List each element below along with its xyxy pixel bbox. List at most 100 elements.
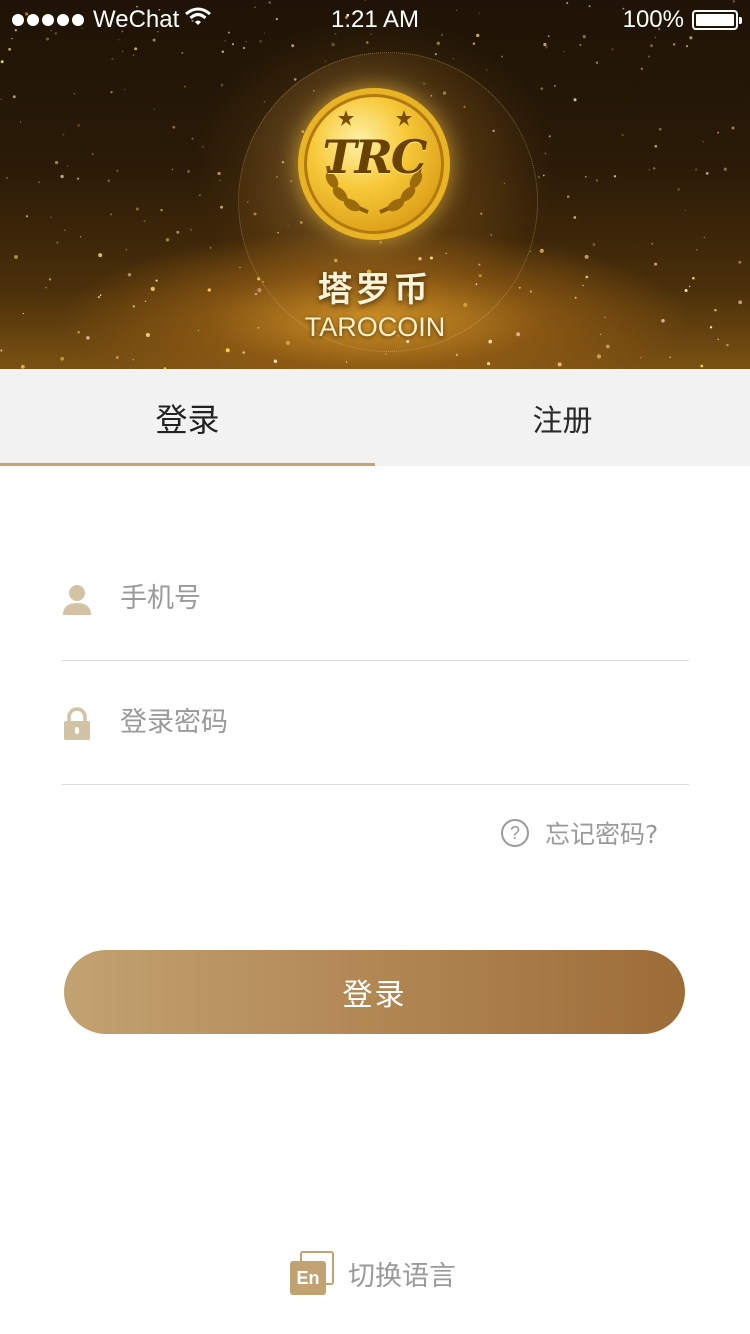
sparkle-dot (135, 207, 139, 211)
sparkle-dot (225, 348, 230, 353)
sparkle-dot (143, 219, 146, 223)
sparkle-dot (189, 228, 192, 231)
sparkle-dot (345, 361, 348, 363)
sparkle-dot (684, 209, 686, 211)
sparkle-dot (542, 174, 545, 177)
sparkle-dot (77, 124, 80, 127)
sparkle-dot (63, 229, 66, 232)
sparkle-dot (648, 55, 651, 58)
sparkle-dot (231, 43, 235, 46)
sparkle-dot (640, 357, 642, 359)
sparkle-dot (124, 88, 126, 91)
sparkle-dot (566, 195, 570, 198)
sparkle-dot (605, 344, 610, 349)
sparkle-dot (611, 48, 614, 51)
lock-icon (62, 707, 92, 741)
sparkle-dot (621, 134, 624, 137)
sparkle-dot (694, 168, 698, 171)
sparkle-dot (132, 358, 135, 361)
sparkle-dot (56, 241, 59, 244)
sparkle-dot (293, 78, 297, 81)
phone-input[interactable] (120, 573, 680, 623)
sparkle-dot (654, 144, 658, 148)
sparkle-dot (385, 353, 387, 355)
sparkle-dot (115, 355, 119, 360)
sparkle-dot (110, 91, 113, 94)
brand-name-chinese: 塔罗币 (318, 270, 432, 310)
sparkle-dot (537, 175, 541, 179)
sparkle-dot (60, 356, 65, 361)
sparkle-dot (132, 54, 135, 56)
sparkle-dot (548, 135, 551, 138)
sparkle-dot (613, 175, 617, 178)
language-icon: En (290, 1251, 334, 1295)
forgot-password-label: 忘记密码? (545, 820, 659, 849)
sparkle-dot (219, 179, 221, 181)
sparkle-dot (723, 167, 727, 171)
switch-language-label: 切换语言 (348, 1260, 456, 1292)
tab-login[interactable]: 登录 (0, 369, 375, 466)
battery-percentage: 100% (622, 6, 684, 33)
sparkle-dot (62, 133, 65, 136)
sparkle-dot (13, 254, 19, 260)
sparkle-dot (245, 40, 247, 43)
sparkle-dot (726, 343, 729, 347)
sparkle-dot (579, 43, 582, 47)
sparkle-dot (165, 238, 170, 242)
sparkle-dot (436, 41, 440, 45)
sparkle-dot (649, 44, 654, 48)
sparkle-dot (485, 69, 488, 71)
sparkle-dot (544, 152, 547, 155)
forgot-password-link[interactable]: ? 忘记密码? (501, 816, 658, 850)
sparkle-dot (331, 42, 335, 47)
sparkle-dot (259, 39, 263, 43)
sparkle-dot (38, 181, 40, 184)
sparkle-dot (6, 177, 8, 179)
password-field-row (62, 661, 689, 785)
sparkle-dot (98, 253, 103, 258)
sparkle-dot (110, 213, 113, 216)
password-input[interactable] (120, 697, 680, 747)
sparkle-dot (501, 55, 504, 58)
sparkle-dot (658, 127, 662, 131)
sparkle-dot (242, 46, 246, 50)
sparkle-dot (434, 52, 438, 56)
login-button[interactable]: 登录 (64, 950, 685, 1034)
sparkle-dot (696, 249, 698, 251)
sparkle-dot (217, 171, 221, 176)
sparkle-dot (220, 83, 224, 87)
sparkle-dot (717, 131, 720, 134)
sparkle-dot (187, 170, 190, 173)
auth-tabs: 登录 注册 (0, 369, 750, 466)
sparkle-dot (111, 58, 114, 60)
tab-register[interactable]: 注册 (375, 369, 750, 466)
battery-icon (692, 10, 742, 30)
hero-banner: TRC 塔罗币 TAROCOIN WeChat 1:21 AM 100% (0, 0, 750, 369)
sparkle-dot (529, 250, 532, 253)
phone-field-row (62, 537, 689, 661)
sparkle-dot (198, 194, 201, 197)
sparkle-dot (172, 125, 176, 129)
sparkle-dot (91, 153, 94, 155)
sparkle-dot (54, 160, 59, 165)
sparkle-dot (669, 356, 672, 359)
sparkle-dot (77, 177, 80, 180)
sparkle-dot (573, 216, 577, 219)
status-bar: WeChat 1:21 AM 100% (0, 0, 750, 40)
sparkle-dot (176, 230, 180, 234)
switch-language-button[interactable]: En 切换语言 (290, 1250, 456, 1296)
sparkle-dot (191, 137, 194, 140)
status-right: 100% (622, 6, 742, 34)
sparkle-dot (554, 85, 556, 87)
sparkle-dot (596, 354, 602, 359)
sparkle-dot (487, 362, 491, 366)
user-icon (62, 583, 92, 617)
sparkle-dot (592, 243, 596, 247)
sparkle-dot (366, 41, 369, 44)
sparkle-dot (540, 87, 544, 90)
sparkle-dot (181, 51, 184, 55)
sparkle-dot (700, 364, 704, 368)
brand-name-english: TAROCOIN (304, 312, 446, 342)
sparkle-dot (224, 40, 226, 42)
sparkle-dot (242, 351, 245, 354)
